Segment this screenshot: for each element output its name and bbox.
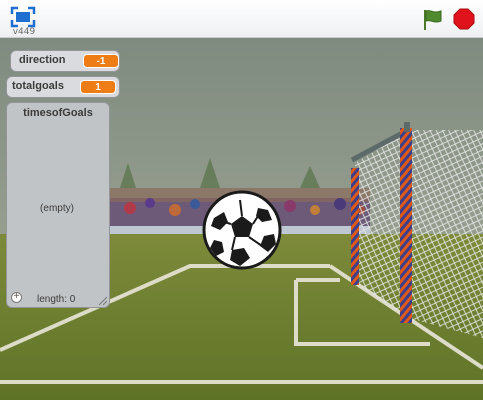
list-empty-text: (empty) xyxy=(40,203,74,214)
fullscreen-icon xyxy=(10,6,36,28)
soccer-ball-sprite[interactable] xyxy=(202,190,282,270)
player-toolbar: v449 xyxy=(0,0,483,38)
monitor-value: 1 xyxy=(80,80,116,94)
fullscreen-button[interactable] xyxy=(10,6,36,28)
list-length: length: 0 xyxy=(37,294,76,305)
monitor-label: totalgoals xyxy=(12,80,64,92)
stage[interactable]: direction -1 totalgoals 1 timesofGoals (… xyxy=(0,38,483,400)
variable-monitor-direction[interactable]: direction -1 xyxy=(10,50,120,72)
stop-sign-icon xyxy=(453,8,475,30)
list-add-item-button[interactable]: + xyxy=(11,292,22,303)
monitor-value: -1 xyxy=(83,54,119,68)
version-label: v449 xyxy=(12,27,36,37)
list-monitor-timesofgoals[interactable]: timesofGoals (empty) + length: 0 xyxy=(6,102,110,308)
green-flag-icon xyxy=(424,10,442,30)
monitor-label: direction xyxy=(19,54,66,66)
stop-button[interactable] xyxy=(453,8,475,30)
list-title: timesofGoals xyxy=(23,107,93,119)
resize-handle-icon[interactable] xyxy=(98,296,108,306)
green-flag-button[interactable] xyxy=(421,8,445,32)
variable-monitor-totalgoals[interactable]: totalgoals 1 xyxy=(6,76,120,98)
